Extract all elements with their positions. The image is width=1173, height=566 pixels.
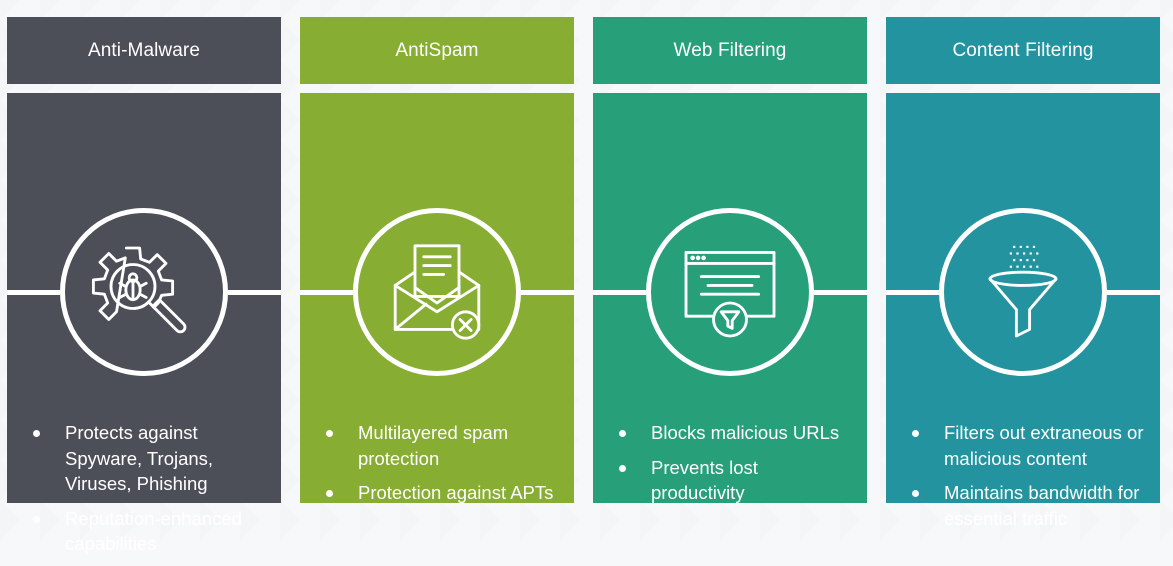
- content-filtering-header: Content Filtering: [886, 17, 1160, 84]
- anti-malware-icon-circle: [60, 208, 228, 376]
- list-item: Protects against Spyware, Trojans, Virus…: [31, 420, 267, 497]
- web-filtering-column: Web Filtering Blocks malicious URLs Prev…: [593, 17, 867, 503]
- antispam-bullets: Multilayered spam protection Protection …: [324, 420, 560, 515]
- list-item: Maintains bandwidth for essential traffi…: [910, 480, 1146, 531]
- web-filtering-body: Blocks malicious URLs Prevents lost prod…: [593, 93, 867, 503]
- list-item: Blocks malicious URLs: [617, 420, 853, 446]
- gear-bug-magnifier-icon: [91, 246, 187, 334]
- connector-line: [593, 290, 646, 295]
- content-filtering-column: Content Filtering Filters out extraneous…: [886, 17, 1160, 529]
- content-filtering-body: Filters out extraneous or malicious cont…: [886, 93, 1160, 529]
- envelope-block-icon: [393, 244, 481, 340]
- connector-line: [521, 290, 574, 295]
- web-filtering-header: Web Filtering: [593, 17, 867, 84]
- antispam-body: Multilayered spam protection Protection …: [300, 93, 574, 503]
- list-item: Filters out extraneous or malicious cont…: [910, 420, 1146, 471]
- web-filtering-bullets: Blocks malicious URLs Prevents lost prod…: [617, 420, 853, 515]
- content-filtering-title: Content Filtering: [952, 39, 1094, 61]
- list-item: Multilayered spam protection: [324, 420, 560, 471]
- anti-malware-header: Anti-Malware: [7, 17, 281, 84]
- content-filtering-icon-circle: [939, 208, 1107, 376]
- antispam-title: AntiSpam: [395, 39, 479, 61]
- connector-line: [7, 290, 60, 295]
- web-filtering-icon-circle: [646, 208, 814, 376]
- anti-malware-column: Anti-Malware Protects against Spyware, T…: [7, 17, 281, 554]
- list-item: Reputation-enhanced capabilities: [31, 506, 267, 557]
- connector-line: [814, 290, 867, 295]
- browser-filter-icon: [684, 250, 776, 338]
- antispam-header: AntiSpam: [300, 17, 574, 84]
- list-item: Protection against APTs: [324, 480, 560, 506]
- connector-line: [1107, 290, 1160, 295]
- anti-malware-title: Anti-Malware: [87, 39, 201, 61]
- connector-line: [300, 290, 353, 295]
- content-filtering-bullets: Filters out extraneous or malicious cont…: [910, 420, 1146, 540]
- antispam-icon-circle: [353, 208, 521, 376]
- connector-line: [228, 290, 281, 295]
- antispam-column: AntiSpam Multilayered spam protection Pr…: [300, 17, 574, 503]
- anti-malware-bullets: Protects against Spyware, Trojans, Virus…: [31, 420, 267, 566]
- list-item: Prevents lost productivity: [617, 455, 853, 506]
- anti-malware-body: Protects against Spyware, Trojans, Virus…: [7, 93, 281, 554]
- funnel-icon: [988, 245, 1058, 338]
- connector-line: [886, 290, 939, 295]
- web-filtering-title: Web Filtering: [673, 39, 787, 61]
